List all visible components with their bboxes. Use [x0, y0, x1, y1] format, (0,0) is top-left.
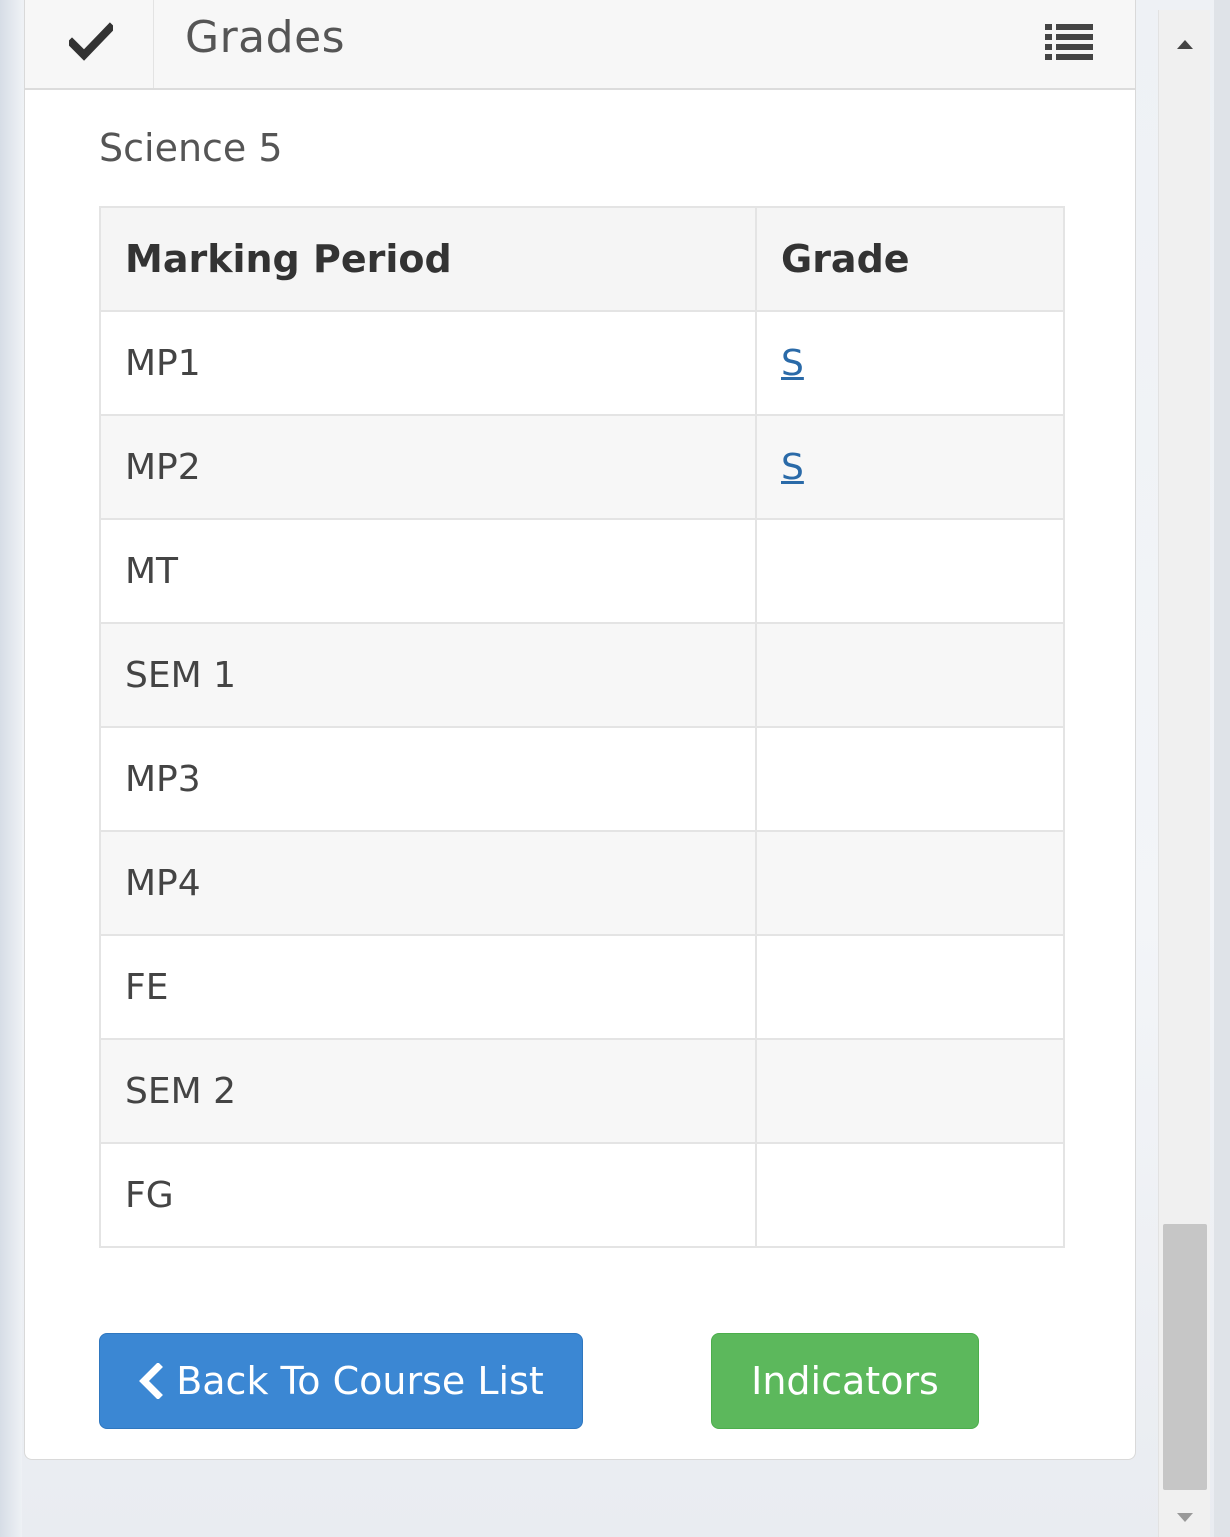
table-row: MP3	[99, 726, 1065, 832]
grade-cell	[755, 622, 1065, 728]
marking-period-cell: MT	[99, 518, 757, 624]
grades-table: Marking Period Grade MP1 S MP2 S MT SEM …	[99, 206, 1065, 1248]
grade-cell	[755, 934, 1065, 1040]
table-row: FE	[99, 934, 1065, 1040]
marking-period-cell: FG	[99, 1142, 757, 1248]
table-row: FG	[99, 1142, 1065, 1248]
back-button-label: Back To Course List	[176, 1359, 544, 1403]
grade-cell	[755, 1142, 1065, 1248]
table-row: SEM 2	[99, 1038, 1065, 1144]
grade-link[interactable]: S	[781, 343, 804, 384]
table-row: MP4	[99, 830, 1065, 936]
panel-header: Grades	[25, 0, 1135, 90]
indicators-button[interactable]: Indicators	[711, 1333, 979, 1429]
panel-title: Grades	[185, 12, 346, 63]
page-background	[0, 0, 22, 1537]
table-row: MT	[99, 518, 1065, 624]
scroll-up-arrow-icon[interactable]	[1175, 38, 1195, 50]
scrollbar-thumb[interactable]	[1163, 1224, 1207, 1490]
grade-cell: S	[755, 414, 1065, 520]
table-row: MP2 S	[99, 414, 1065, 520]
marking-period-cell: MP3	[99, 726, 757, 832]
marking-period-cell: MP2	[99, 414, 757, 520]
grades-panel: Grades Science 5 Marking Period Grade MP…	[24, 0, 1136, 1460]
grade-cell	[755, 1038, 1065, 1144]
grade-cell	[755, 726, 1065, 832]
grade-cell	[755, 518, 1065, 624]
table-row: SEM 1	[99, 622, 1065, 728]
back-to-course-list-button[interactable]: Back To Course List	[99, 1333, 583, 1429]
grade-cell: S	[755, 310, 1065, 416]
marking-period-cell: SEM 1	[99, 622, 757, 728]
indicators-button-label: Indicators	[751, 1359, 939, 1403]
window-edge	[1214, 0, 1230, 1537]
table-header-row: Marking Period Grade	[99, 206, 1065, 312]
marking-period-cell: FE	[99, 934, 757, 1040]
check-toggle[interactable]	[25, 0, 154, 88]
column-header-grade: Grade	[755, 206, 1065, 312]
grade-link[interactable]: S	[781, 447, 804, 488]
grade-cell	[755, 830, 1065, 936]
marking-period-cell: MP4	[99, 830, 757, 936]
marking-period-cell: MP1	[99, 310, 757, 416]
table-row: MP1 S	[99, 310, 1065, 416]
vertical-scrollbar[interactable]	[1158, 10, 1210, 1537]
chevron-left-icon	[139, 1363, 164, 1399]
check-icon	[69, 22, 113, 61]
list-icon[interactable]	[1045, 22, 1093, 62]
marking-period-cell: SEM 2	[99, 1038, 757, 1144]
scroll-down-arrow-icon[interactable]	[1175, 1512, 1195, 1524]
course-title: Science 5	[99, 126, 283, 170]
column-header-marking-period: Marking Period	[99, 206, 757, 312]
